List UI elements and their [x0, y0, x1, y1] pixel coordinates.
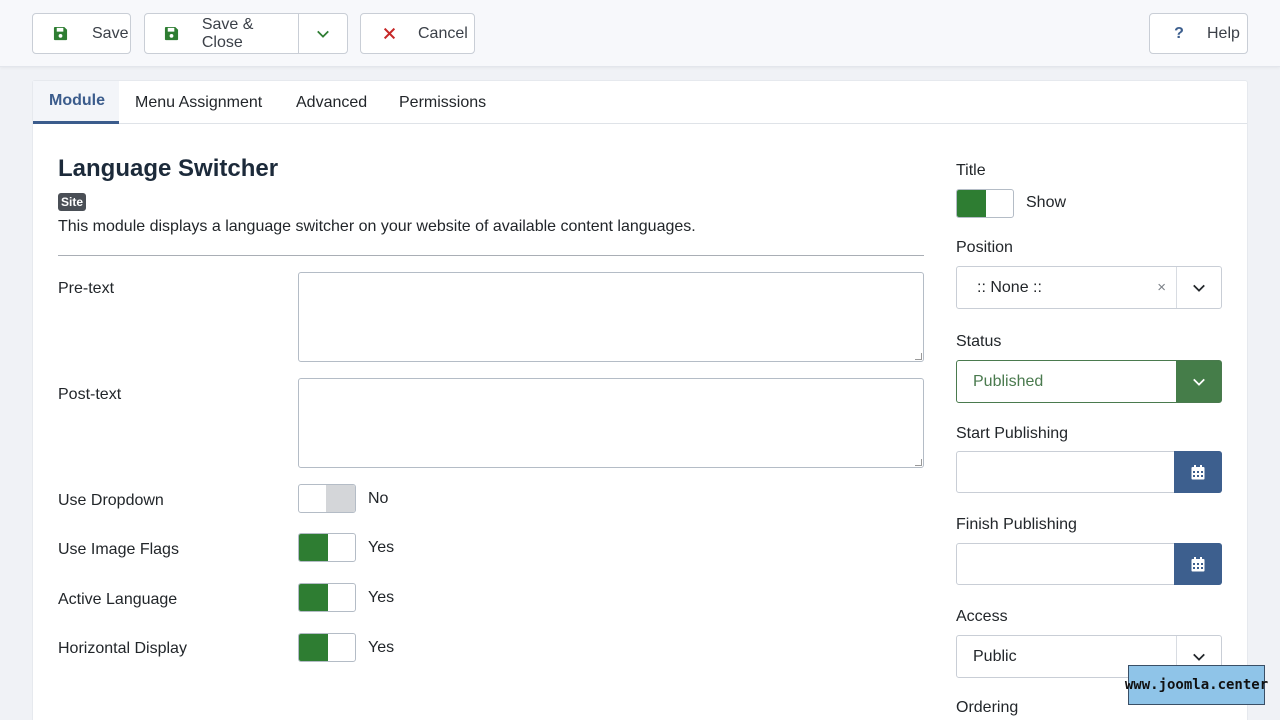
question-icon: ? — [1174, 24, 1184, 42]
start-publishing-label: Start Publishing — [956, 425, 1069, 442]
status-value: Published — [973, 373, 1044, 390]
save-label: Save — [92, 24, 129, 42]
help-label: Help — [1207, 24, 1240, 42]
save-close-label: Save & Close — [201, 15, 254, 51]
use-dropdown-switch[interactable] — [298, 484, 356, 513]
save-options-dropdown[interactable] — [298, 13, 348, 54]
save-icon — [52, 26, 68, 42]
horizontal-display-switch[interactable] — [298, 633, 356, 662]
use-image-flags-value: Yes — [368, 539, 395, 556]
help-button[interactable]: ? Help — [1149, 13, 1248, 54]
module-description: This module displays a language switcher… — [58, 218, 696, 235]
switch-knob — [299, 584, 328, 611]
position-label: Position — [956, 239, 1013, 256]
chevron-down-icon — [315, 26, 331, 42]
chevron-down-icon — [1176, 267, 1221, 308]
save-icon — [164, 26, 180, 42]
divider — [58, 255, 924, 256]
switch-knob — [299, 534, 328, 561]
access-value: Public — [973, 648, 1017, 665]
use-dropdown-value: No — [368, 490, 389, 507]
calendar-icon — [1191, 556, 1205, 571]
active-language-switch[interactable] — [298, 583, 356, 612]
site-badge: Site — [58, 193, 87, 211]
cancel-label: Cancel — [418, 24, 468, 42]
use-dropdown-label: Use Dropdown — [58, 492, 164, 509]
tab-module[interactable]: Module — [33, 81, 119, 124]
module-card: Module Menu Assignment Advanced Permissi… — [32, 80, 1248, 720]
close-icon — [381, 26, 397, 42]
cancel-button[interactable]: Cancel — [360, 13, 475, 54]
switch-knob — [326, 485, 355, 512]
use-image-flags-switch[interactable] — [298, 533, 356, 562]
page-title: Language Switcher — [58, 155, 279, 182]
ordering-label: Ordering — [956, 699, 1019, 716]
title-label: Title — [956, 162, 986, 179]
watermark-logo: www.joomla.center — [1125, 665, 1268, 705]
posttext-label: Post-text — [58, 386, 122, 403]
tab-menu-assignment[interactable]: Menu Assignment — [119, 81, 278, 124]
use-image-flags-label: Use Image Flags — [58, 541, 179, 558]
finish-publishing-calendar-button[interactable] — [1174, 543, 1222, 585]
clear-icon[interactable]: × — [1157, 279, 1166, 296]
finish-publishing-input[interactable] — [956, 543, 1222, 585]
title-show-value: Show — [1026, 194, 1067, 211]
save-button[interactable]: Save — [32, 13, 131, 54]
active-language-value: Yes — [368, 589, 395, 606]
save-close-button[interactable]: Save & Close — [144, 13, 299, 54]
switch-knob — [957, 190, 986, 217]
status-select[interactable]: Published — [956, 360, 1222, 403]
start-publishing-calendar-button[interactable] — [1174, 451, 1222, 493]
start-publishing-input[interactable] — [956, 451, 1222, 493]
horizontal-display-value: Yes — [368, 639, 395, 656]
posttext-textarea[interactable] — [298, 378, 924, 468]
finish-publishing-label: Finish Publishing — [956, 516, 1077, 533]
chevron-down-icon — [1176, 361, 1221, 402]
tab-permissions[interactable]: Permissions — [383, 81, 502, 124]
tab-bar: Module Menu Assignment Advanced Permissi… — [33, 81, 1247, 124]
position-value: :: None :: — [977, 279, 1042, 296]
position-select[interactable]: :: None :: × — [956, 266, 1222, 309]
status-label: Status — [956, 333, 1002, 350]
pretext-textarea[interactable] — [298, 272, 924, 362]
pretext-label: Pre-text — [58, 280, 115, 297]
calendar-icon — [1191, 464, 1205, 479]
toolbar: Save Save & Close Cancel ? Help — [0, 0, 1280, 67]
title-show-switch[interactable] — [956, 189, 1014, 218]
access-label: Access — [956, 608, 1008, 625]
tab-advanced[interactable]: Advanced — [280, 81, 383, 124]
horizontal-display-label: Horizontal Display — [58, 640, 187, 657]
switch-knob — [299, 634, 328, 661]
active-language-label: Active Language — [58, 591, 178, 608]
